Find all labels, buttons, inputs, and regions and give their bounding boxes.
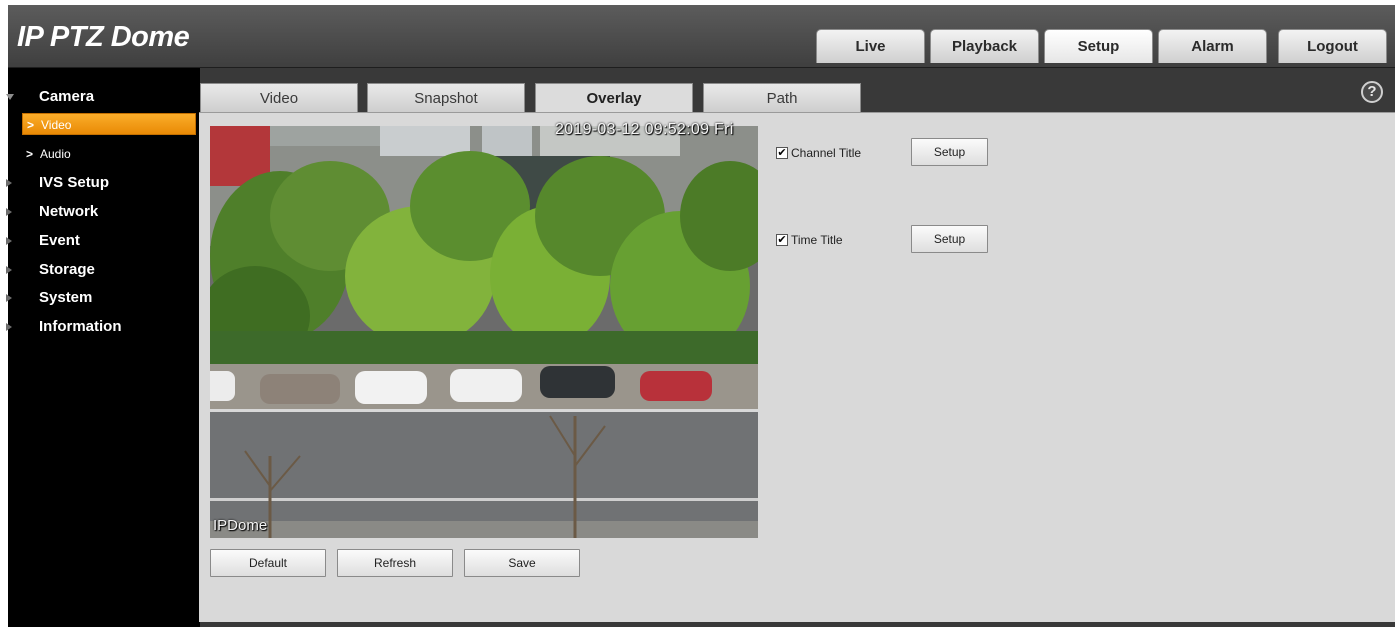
channel-title-setup-button[interactable]: Setup <box>911 138 988 166</box>
sidebar-section-label: IVS Setup <box>39 174 110 191</box>
channel-title-label: Channel Title <box>791 146 862 160</box>
triangle-right-icon <box>6 294 12 302</box>
triangle-right-icon <box>6 208 12 216</box>
sidebar-section-event[interactable]: Event <box>6 228 214 253</box>
sidebar-item-video[interactable]: > Video <box>22 113 196 135</box>
sidebar-section-network[interactable]: Network <box>6 199 214 224</box>
channel-title-checkbox[interactable]: ✔ <box>776 147 788 159</box>
app-logo: IP PTZ Dome <box>17 21 190 53</box>
triangle-right-icon <box>6 266 12 274</box>
sidebar-section-system[interactable]: System <box>6 285 214 310</box>
sidebar-section-label: Event <box>39 232 80 249</box>
triangle-right-icon <box>6 179 12 187</box>
sidebar-item-label: Video <box>41 118 72 132</box>
chevron-right-icon: > <box>27 118 35 132</box>
nav-playback-tab[interactable]: Playback <box>930 29 1039 63</box>
sidebar-section-storage[interactable]: Storage <box>6 257 214 282</box>
time-title-setup-button[interactable]: Setup <box>911 225 988 253</box>
tab-overlay[interactable]: Overlay <box>535 83 693 113</box>
sidebar-section-label: Network <box>39 203 99 220</box>
time-title-label: Time Title <box>791 233 843 247</box>
sidebar-section-camera[interactable]: Camera <box>6 84 214 109</box>
nav-logout-tab[interactable]: Logout <box>1278 29 1387 63</box>
refresh-button[interactable]: Refresh <box>337 549 453 577</box>
sidebar-item-label: Audio <box>40 147 71 161</box>
time-osd-overlay: 2019-03-12 09:52:09 Fri <box>555 121 734 138</box>
nav-alarm-tab[interactable]: Alarm <box>1158 29 1267 63</box>
video-preview <box>210 126 758 538</box>
triangle-down-icon <box>6 94 14 100</box>
nav-setup-tab[interactable]: Setup <box>1044 29 1153 63</box>
sidebar-section-ivs-setup[interactable]: IVS Setup <box>6 170 214 195</box>
camera-scene-image <box>210 126 758 538</box>
sidebar-section-label: Storage <box>39 261 95 278</box>
sidebar-item-audio[interactable]: > Audio <box>22 143 198 165</box>
default-button[interactable]: Default <box>210 549 326 577</box>
channel-osd-overlay: IPDome <box>213 517 268 534</box>
triangle-right-icon <box>6 237 12 245</box>
chevron-right-icon: > <box>26 147 34 161</box>
triangle-right-icon <box>6 323 12 331</box>
help-icon[interactable]: ? <box>1361 81 1383 103</box>
sidebar-section-label: System <box>39 289 93 306</box>
tab-snapshot[interactable]: Snapshot <box>367 83 525 113</box>
sidebar-section-label: Information <box>39 318 122 335</box>
time-title-checkbox[interactable]: ✔ <box>776 234 788 246</box>
save-button[interactable]: Save <box>464 549 580 577</box>
sidebar-section-information[interactable]: Information <box>6 314 214 339</box>
nav-live-tab[interactable]: Live <box>816 29 925 63</box>
tab-video[interactable]: Video <box>200 83 358 113</box>
sidebar-section-label: Camera <box>39 88 95 105</box>
tab-path[interactable]: Path <box>703 83 861 113</box>
